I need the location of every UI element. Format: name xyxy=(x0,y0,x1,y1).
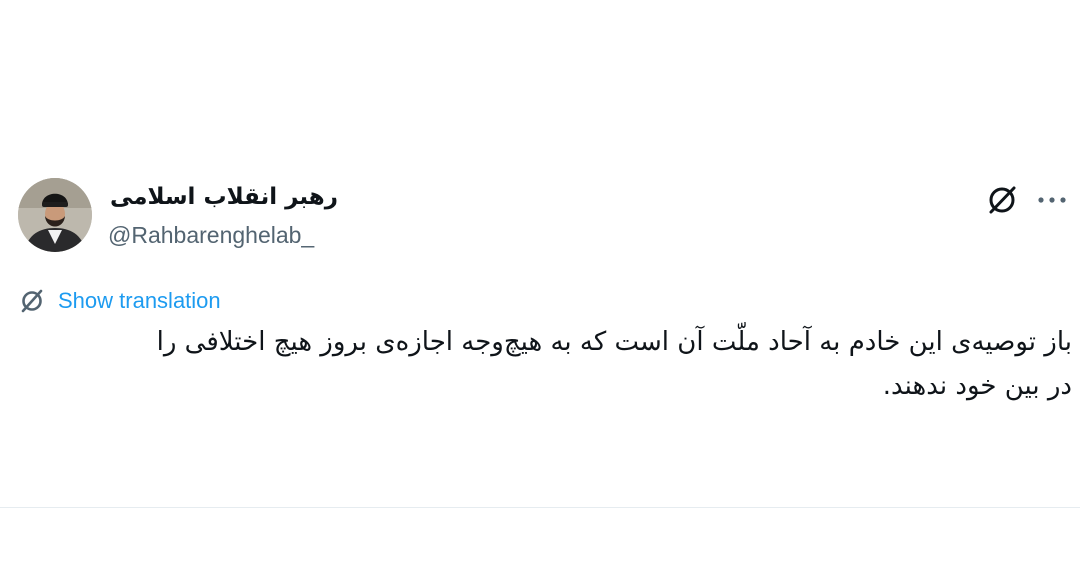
author-handle[interactable]: @Rahbarenghelab_ xyxy=(108,219,314,251)
show-translation-button[interactable]: Show translation xyxy=(18,285,221,317)
tweet-text: باز توصیه‌ی این خادم به آحاد ملّت آن است… xyxy=(16,320,1072,408)
divider xyxy=(0,507,1080,508)
show-translation-label[interactable]: Show translation xyxy=(58,288,221,314)
grok-icon[interactable] xyxy=(984,182,1020,218)
avatar[interactable] xyxy=(18,178,92,252)
profile-photo xyxy=(18,178,92,252)
translate-icon xyxy=(21,289,43,313)
author-name[interactable]: رهبر انقلاب اسلامی xyxy=(108,181,338,213)
tweet-card[interactable]: رهبر انقلاب اسلامی @Rahbarenghelab_ Show… xyxy=(0,0,1080,576)
more-options-icon[interactable] xyxy=(1034,182,1070,218)
tweet-text-line: باز توصیه‌ی این خادم به آحاد ملّت آن است… xyxy=(156,327,1072,357)
tweet-text-line: در بین خود ندهند. xyxy=(882,371,1072,401)
